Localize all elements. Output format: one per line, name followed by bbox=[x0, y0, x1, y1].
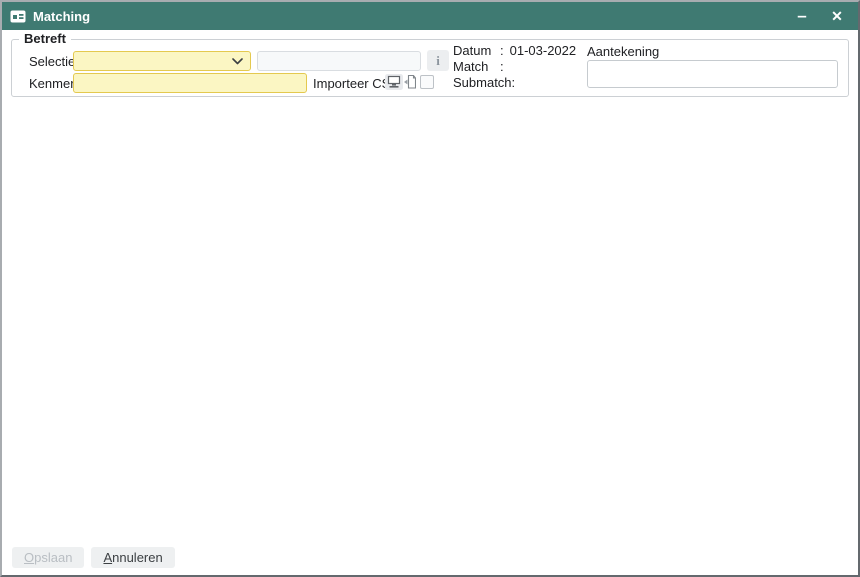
match-row: Match : bbox=[453, 59, 576, 75]
import-csv-button[interactable] bbox=[385, 73, 416, 91]
kenmerk-input[interactable] bbox=[73, 73, 307, 93]
cancel-button-label: Annuleren bbox=[103, 550, 162, 565]
titlebar[interactable]: Matching – ✕ bbox=[2, 2, 858, 30]
match-colon: : bbox=[500, 59, 504, 75]
datum-label: Datum bbox=[453, 43, 500, 59]
window-title: Matching bbox=[33, 9, 90, 24]
datum-colon: : bbox=[500, 43, 504, 59]
submatch-row: Submatch : bbox=[453, 75, 576, 91]
betreft-legend: Betreft bbox=[19, 31, 71, 46]
info-icon: i bbox=[436, 53, 440, 69]
datum-value: 01-03-2022 bbox=[510, 43, 577, 59]
submatch-colon: : bbox=[512, 75, 516, 91]
close-icon[interactable]: ✕ bbox=[828, 2, 846, 30]
submatch-label: Submatch bbox=[453, 75, 512, 91]
aantekening-label: Aantekening bbox=[587, 44, 659, 59]
datum-row: Datum : 01-03-2022 bbox=[453, 43, 576, 59]
save-button-label: Opslaan bbox=[24, 550, 72, 565]
save-button: Opslaan bbox=[12, 547, 84, 568]
aantekening-textarea[interactable] bbox=[587, 60, 838, 88]
chevron-down-icon bbox=[232, 58, 243, 65]
cancel-button[interactable]: Annuleren bbox=[91, 547, 174, 568]
computer-import-document-icon bbox=[385, 79, 416, 94]
footer: Opslaan Annuleren bbox=[12, 547, 175, 568]
info-button[interactable]: i bbox=[427, 50, 449, 71]
contact-card-icon bbox=[10, 10, 26, 23]
minimize-icon[interactable]: – bbox=[793, 2, 811, 30]
selectie-dropdown[interactable] bbox=[73, 51, 251, 71]
import-csv-checkbox[interactable] bbox=[420, 75, 434, 89]
selectie-label: Selectie bbox=[29, 54, 75, 69]
betreft-group: Betreft Selectie i Kenmerk Importeer CSV bbox=[11, 39, 849, 97]
matching-window: Matching – ✕ Betreft Selectie i Kenmerk … bbox=[0, 0, 860, 577]
selectie-aux-input bbox=[257, 51, 421, 71]
meta-rows: Datum : 01-03-2022 Match : Submatch : bbox=[453, 43, 576, 91]
match-label: Match bbox=[453, 59, 500, 75]
